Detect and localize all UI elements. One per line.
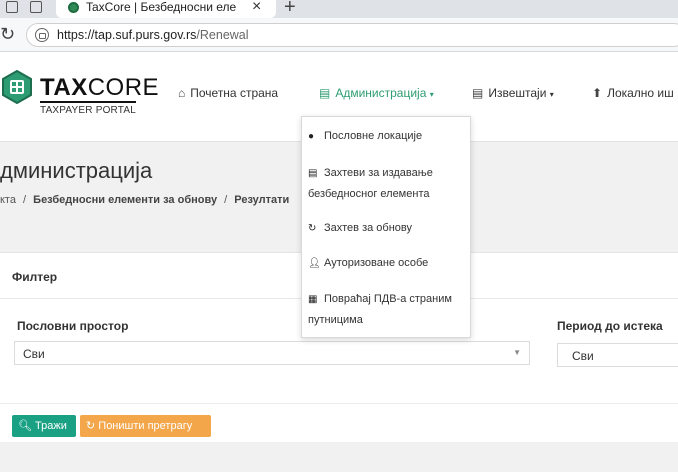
business-space-select[interactable]: Сви ▼	[14, 341, 530, 365]
id-card-icon: ▤	[319, 86, 331, 100]
tabs-icon[interactable]	[30, 1, 42, 13]
business-space-label: Пословни простор	[17, 319, 129, 333]
menu-item-renewal-request[interactable]: ↻ Захтев за обнову	[308, 218, 466, 239]
address-bar: ↻ https://tap.suf.purs.gov.rs/Renewal	[0, 18, 678, 52]
new-tab-icon[interactable]: +	[284, 0, 296, 19]
browser-tab[interactable]: TaxCore | Безбедносни елементи ×	[56, 0, 276, 18]
nav-reports-label: Извештаји	[488, 86, 547, 100]
breadcrumb: кта / Безбедносни елементи за обнову / Р…	[0, 194, 290, 206]
compass-icon: ●	[308, 131, 315, 142]
caret-down-icon: ▾	[429, 90, 434, 99]
caret-down-icon: ▾	[549, 90, 554, 99]
calculator-icon: ▦	[308, 294, 318, 305]
menu-item-security-element-requests[interactable]: ▤ Захтеви за издавање безбедносног елемен…	[308, 163, 466, 205]
breadcrumb-renewal[interactable]: Безбедносни елементи за обнову	[33, 194, 217, 206]
refresh-icon: ↻	[308, 223, 317, 234]
menu-item-vat-refund[interactable]: ▦ Повраћај ПДВ-а страним путницима	[308, 289, 466, 331]
search-button[interactable]: 🔍︎ Тражи	[12, 415, 76, 437]
admin-dropdown-menu: ● Пословне локације ▤ Захтеви за издавање …	[301, 116, 471, 338]
page-title: дминистрација	[0, 158, 153, 183]
home-icon: ⌂	[178, 86, 186, 100]
menu-item-authorized-persons[interactable]: 👤︎ Ауторизоване особе	[308, 253, 466, 274]
taxcore-logo[interactable]: TAXCORE TAXPAYER PORTAL	[40, 76, 159, 116]
upload-icon: ⬆	[592, 86, 603, 100]
nav-home[interactable]: ⌂ Почетна страна	[178, 86, 278, 100]
refresh-icon: ↻	[86, 420, 96, 432]
id-card-icon: ▤	[308, 168, 318, 179]
caret-down-icon: ▼	[513, 348, 521, 357]
taxcore-favicon-icon	[68, 2, 79, 13]
search-icon: 🔍︎	[18, 420, 32, 432]
nav-reports[interactable]: ▤ Извештаји ▾	[472, 86, 554, 100]
lock-icon[interactable]	[35, 28, 49, 42]
tab-close-icon[interactable]: ×	[252, 0, 261, 16]
nav-admin-label: Администрација	[335, 86, 427, 100]
breadcrumb-start[interactable]: кта	[0, 194, 16, 206]
list-icon: ▤	[472, 86, 484, 100]
breadcrumb-results: Резултати	[234, 194, 290, 206]
taxcore-logo-icon	[2, 70, 32, 104]
period-label: Период до истека	[557, 319, 663, 333]
tab-title: TaxCore | Безбедносни елементи	[86, 0, 236, 14]
reload-icon[interactable]: ↻	[0, 24, 15, 45]
nav-home-label: Почетна страна	[190, 86, 279, 100]
filter-heading: Филтер	[12, 270, 58, 284]
nav-local-label: Локално иш	[607, 86, 674, 100]
url-input[interactable]: https://tap.suf.purs.gov.rs/Renewal	[26, 23, 678, 47]
nav-local[interactable]: ⬆ Локално иш	[592, 86, 674, 100]
menu-item-business-locations[interactable]: ● Пословне локације	[308, 126, 466, 147]
user-icon: 👤︎	[308, 258, 321, 269]
period-select[interactable]: Сви	[557, 343, 678, 367]
browser-tab-bar: TaxCore | Безбедносни елементи × +	[0, 0, 678, 18]
window-icon[interactable]	[6, 1, 18, 13]
reset-search-button[interactable]: ↻ Поништи претрагу	[80, 415, 211, 437]
nav-admin[interactable]: ▤ Администрација ▾	[301, 72, 455, 122]
url-text: https://tap.suf.purs.gov.rs/Renewal	[57, 28, 249, 42]
